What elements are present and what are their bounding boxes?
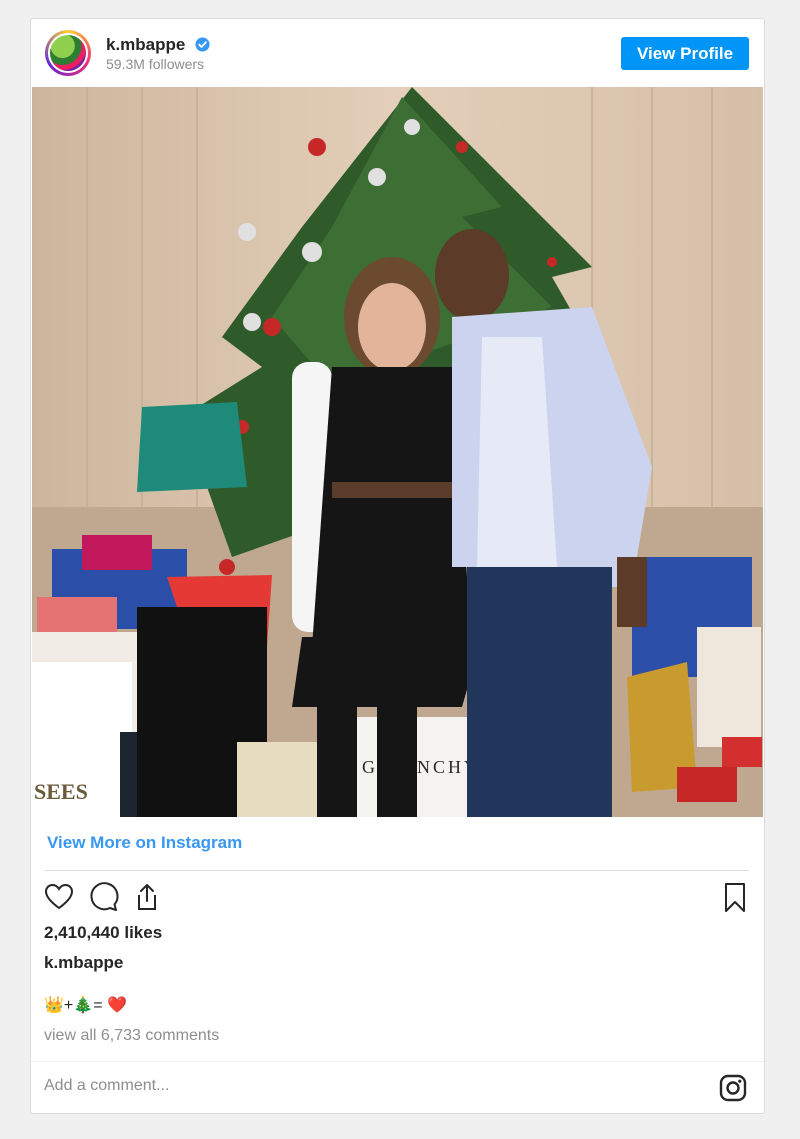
follower-count: 59.3M followers <box>106 56 205 72</box>
bag-label-sees: SEES <box>34 779 88 804</box>
divider <box>45 870 749 871</box>
comment-bar: Add a comment... <box>31 1061 764 1113</box>
post-header: k.mbappe 59.3M followers View Profile <box>31 19 764 87</box>
action-bar <box>31 881 764 915</box>
verified-badge-icon <box>195 37 210 52</box>
comment-icon[interactable] <box>87 881 119 913</box>
caption-text: 👑+🎄= ❤️ <box>44 997 127 1014</box>
like-count[interactable]: 2,410,440 likes <box>44 923 162 943</box>
instagram-embed: k.mbappe 59.3M followers View Profile SE… <box>30 18 765 1114</box>
view-profile-button[interactable]: View Profile <box>621 37 749 70</box>
bookmark-icon[interactable] <box>719 881 751 913</box>
avatar[interactable] <box>45 30 91 76</box>
heart-icon[interactable] <box>43 881 75 913</box>
view-more-link[interactable]: View More on Instagram <box>47 833 242 853</box>
view-comments-link[interactable]: view all 6,733 comments <box>44 1027 219 1045</box>
instagram-logo-icon[interactable] <box>719 1074 747 1102</box>
comment-input[interactable]: Add a comment... <box>44 1077 169 1095</box>
share-icon[interactable] <box>131 881 163 913</box>
post-photo[interactable]: SEES GIVENCHY <box>32 87 763 817</box>
post-photo-image: SEES GIVENCHY <box>32 87 763 817</box>
username[interactable]: k.mbappe <box>106 35 185 55</box>
caption-author[interactable]: k.mbappe <box>44 953 123 973</box>
